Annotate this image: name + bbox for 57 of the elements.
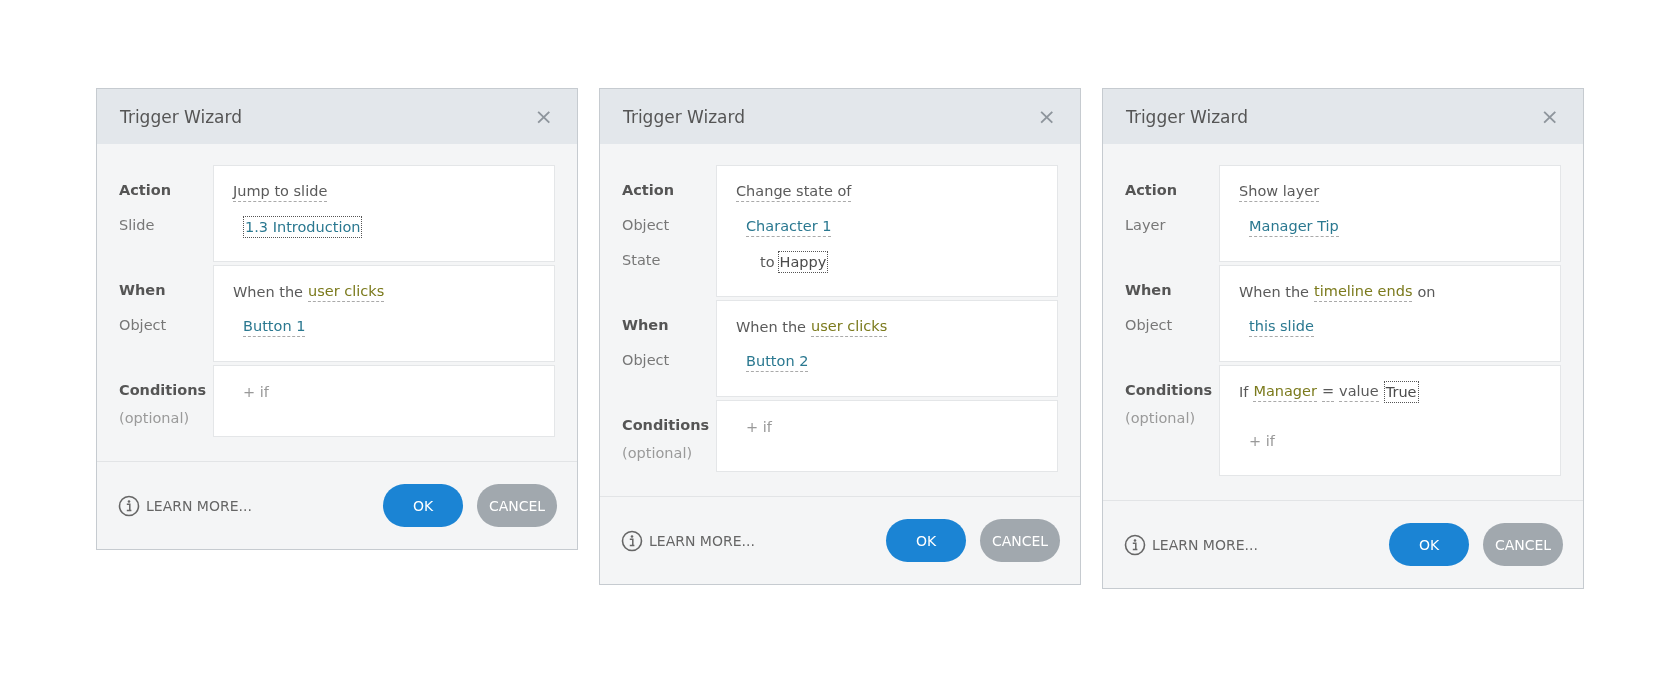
trigger-text: + if	[1249, 431, 1275, 451]
section-heading: Conditions	[119, 381, 208, 400]
info-icon	[621, 529, 643, 552]
option-link[interactable]: Change state of	[736, 181, 852, 202]
trigger-text: on	[1417, 282, 1436, 302]
learn-more-link[interactable]: LEARN MORE...	[621, 529, 755, 552]
field-label: Object	[622, 216, 671, 235]
ok-button[interactable]: OK	[383, 484, 463, 527]
section-heading: When	[1125, 281, 1173, 300]
section-heading: When	[119, 281, 167, 300]
dialog-title: Trigger Wizard	[1126, 106, 1248, 127]
object-link[interactable]: Button 2	[746, 351, 809, 372]
object-link[interactable]: Manager Tip	[1249, 216, 1339, 237]
field-label: State	[622, 251, 662, 270]
optional-note: (optional)	[622, 444, 694, 463]
option-link[interactable]: user clicks	[308, 281, 385, 302]
object-link[interactable]: 1.3 Introduction	[243, 215, 363, 238]
trigger-text: When the	[1239, 282, 1310, 302]
trigger-text: When the	[736, 317, 807, 337]
option-link[interactable]: Show layer	[1239, 181, 1320, 202]
object-link[interactable]: Character 1	[746, 216, 832, 237]
option-link[interactable]: =	[1321, 381, 1335, 402]
option-link[interactable]: timeline ends	[1314, 281, 1413, 302]
dialog-title: Trigger Wizard	[120, 106, 242, 127]
info-icon	[1124, 533, 1146, 556]
option-link[interactable]: value	[1339, 381, 1379, 402]
trigger-text: If	[1239, 382, 1249, 402]
dialog-title: Trigger Wizard	[623, 106, 745, 127]
optional-note: (optional)	[119, 409, 191, 428]
ok-button[interactable]: OK	[1389, 523, 1469, 566]
section-heading: Action	[622, 181, 675, 200]
section-heading: Action	[1125, 181, 1178, 200]
learn-more-link[interactable]: LEARN MORE...	[118, 494, 252, 517]
field-label: Layer	[1125, 216, 1167, 235]
field-label: Object	[119, 316, 168, 335]
option-link[interactable]: user clicks	[811, 316, 888, 337]
trigger-text: + if	[746, 417, 772, 437]
option-link[interactable]: Manager	[1253, 381, 1317, 402]
section-heading: Conditions	[1125, 381, 1214, 400]
optional-note: (optional)	[1125, 409, 1197, 428]
trigger-text: to	[760, 252, 775, 272]
section-heading: Action	[119, 181, 172, 200]
field-label: Slide	[119, 216, 156, 235]
ok-button[interactable]: OK	[886, 519, 966, 562]
value-field[interactable]: Happy	[777, 250, 829, 273]
value-field[interactable]: True	[1383, 380, 1419, 403]
trigger-text: + if	[243, 382, 269, 402]
object-link[interactable]: Button 1	[243, 316, 306, 337]
section-heading: When	[622, 316, 670, 335]
field-label: Object	[622, 351, 671, 370]
object-link[interactable]: this slide	[1249, 316, 1314, 337]
section-heading: Conditions	[622, 416, 711, 435]
trigger-text: When the	[233, 282, 304, 302]
learn-more-link[interactable]: LEARN MORE...	[1124, 533, 1258, 556]
info-icon	[118, 494, 140, 517]
option-link[interactable]: Jump to slide	[233, 181, 328, 202]
field-label: Object	[1125, 316, 1174, 335]
